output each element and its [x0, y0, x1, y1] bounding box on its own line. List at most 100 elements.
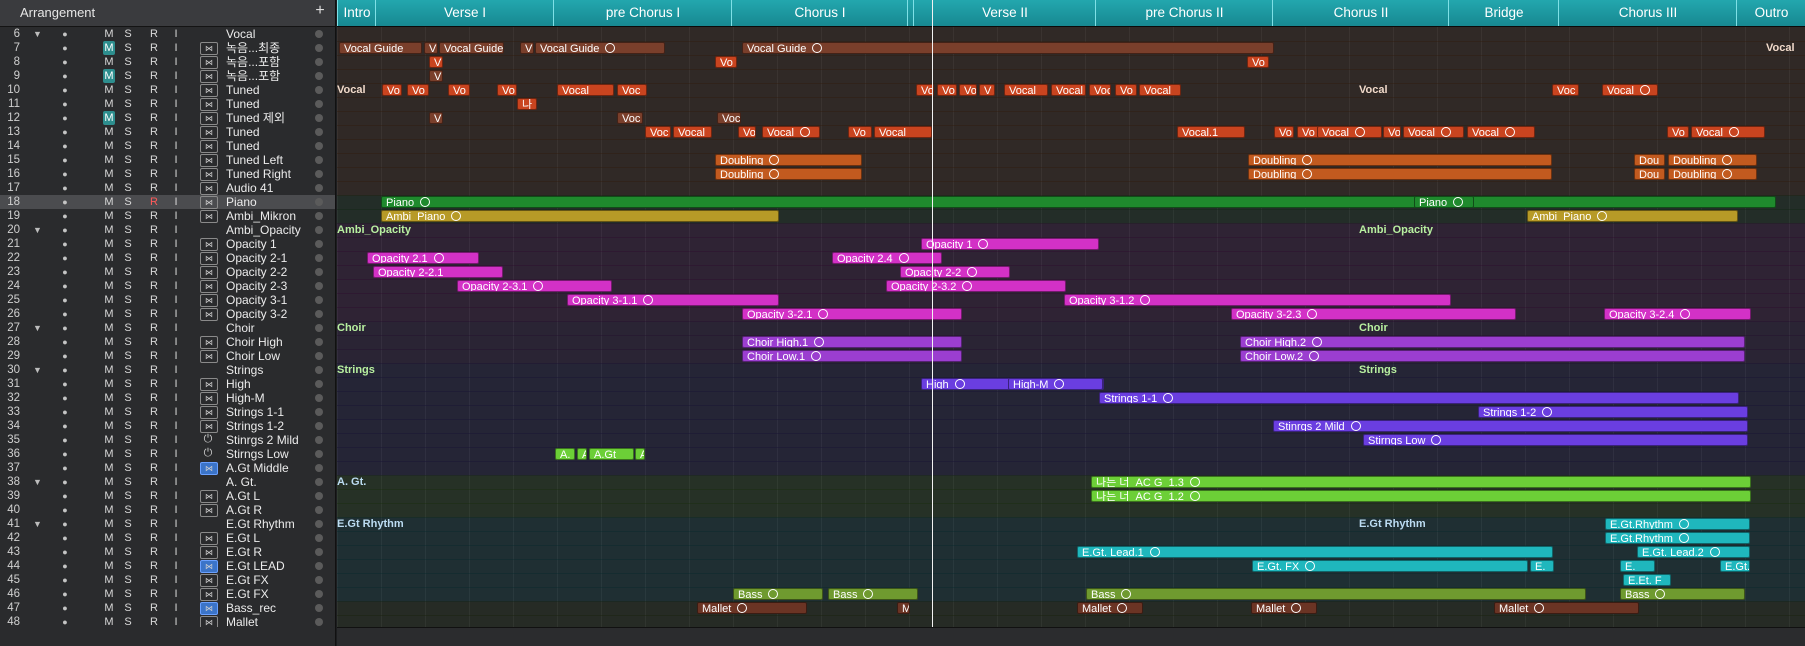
region[interactable]: Vocal.1 [1177, 126, 1245, 138]
region[interactable]: Opacity 3-2.4 [1604, 308, 1751, 320]
region[interactable]: Vocal [762, 126, 820, 138]
solo-button[interactable]: S [122, 489, 134, 503]
track-lane[interactable] [337, 573, 1805, 588]
record-enable-button[interactable]: R [148, 601, 160, 615]
solo-button[interactable]: S [122, 139, 134, 153]
flex-mode-icon[interactable]: ⋈ [200, 126, 218, 139]
mute-button[interactable]: M [103, 419, 115, 433]
region[interactable]: Choir Low.2 [1240, 350, 1745, 362]
input-monitor-button[interactable]: I [170, 125, 182, 139]
solo-button[interactable]: S [122, 503, 134, 517]
mute-button[interactable]: M [103, 111, 115, 125]
disclosure-triangle-icon[interactable]: ▼ [33, 321, 42, 335]
region[interactable]: Mallet [697, 602, 807, 614]
record-enable-button[interactable]: R [148, 349, 160, 363]
region[interactable]: Opacity 3-1.2 [1064, 294, 1451, 306]
flex-mode-icon[interactable]: ⋈ [200, 280, 218, 293]
mute-button[interactable]: M [103, 125, 115, 139]
track-name[interactable]: 녹음...포함 [226, 55, 314, 69]
input-monitor-button[interactable]: I [170, 349, 182, 363]
region[interactable]: Vo [407, 84, 429, 96]
input-monitor-button[interactable]: I [170, 265, 182, 279]
mute-button[interactable]: M [103, 405, 115, 419]
track-row[interactable]: 48 ● M S R I ⋈ Mallet [0, 615, 335, 627]
track-name[interactable]: Stinrgs 2 Mild [226, 433, 314, 447]
record-enable-button[interactable]: R [148, 279, 160, 293]
region[interactable]: E. [1620, 560, 1655, 572]
region[interactable]: Opacity 2.4 [832, 252, 942, 264]
region[interactable]: E.Gt. FX [1252, 560, 1528, 572]
solo-button[interactable]: S [122, 27, 134, 41]
track-name[interactable]: Choir Low [226, 349, 314, 363]
region[interactable]: Mallet [1251, 602, 1317, 614]
mute-button[interactable]: M [103, 27, 115, 41]
mute-button[interactable]: M [103, 55, 115, 69]
region[interactable]: E.Gt. Lead.2 [1637, 546, 1750, 558]
solo-button[interactable]: S [122, 293, 134, 307]
solo-button[interactable]: S [122, 125, 134, 139]
track-row[interactable]: 16 ● M S R I ⋈ Tuned Right [0, 167, 335, 181]
region[interactable]: Voc [1552, 84, 1579, 96]
solo-button[interactable]: S [122, 405, 134, 419]
track-row[interactable]: 39 ● M S R I ⋈ A.Gt L [0, 489, 335, 503]
track-lane[interactable] [337, 559, 1805, 574]
region[interactable]: Strings 1-1 [1099, 392, 1739, 404]
region[interactable]: Bass [733, 588, 823, 600]
solo-button[interactable]: S [122, 601, 134, 615]
mute-button[interactable]: M [103, 83, 115, 97]
record-enable-button[interactable]: R [148, 461, 160, 475]
flex-mode-icon[interactable]: ⋈ [200, 462, 218, 475]
mute-button[interactable]: M [103, 335, 115, 349]
solo-button[interactable]: S [122, 419, 134, 433]
region[interactable]: E. [1530, 560, 1554, 572]
flex-mode-icon[interactable]: ⋈ [200, 574, 218, 587]
track-row[interactable]: 37 ● M S R I ⋈ A.Gt Middle [0, 461, 335, 475]
mute-button[interactable]: M [103, 363, 115, 377]
track-lane[interactable] [337, 153, 1805, 168]
track-row[interactable]: 28 ● M S R I ⋈ Choir High [0, 335, 335, 349]
record-enable-button[interactable]: R [148, 447, 160, 461]
track-row[interactable]: 40 ● M S R I ⋈ A.Gt R [0, 503, 335, 517]
input-monitor-button[interactable]: I [170, 321, 182, 335]
input-monitor-button[interactable]: I [170, 335, 182, 349]
mute-button[interactable]: M [103, 181, 115, 195]
track-row[interactable]: 31 ● M S R I ⋈ High [0, 377, 335, 391]
track-row[interactable]: 15 ● M S R I ⋈ Tuned Left [0, 153, 335, 167]
track-row[interactable]: 29 ● M S R I ⋈ Choir Low [0, 349, 335, 363]
mute-button[interactable]: M [103, 321, 115, 335]
solo-button[interactable]: S [122, 153, 134, 167]
mute-button[interactable]: M [103, 279, 115, 293]
region[interactable]: E.Gt.Rhythm [1605, 518, 1750, 530]
input-monitor-button[interactable]: I [170, 139, 182, 153]
region[interactable]: Voc [617, 112, 643, 124]
power-icon[interactable]: ⏻ [200, 448, 216, 459]
input-monitor-button[interactable]: I [170, 545, 182, 559]
flex-mode-icon[interactable]: ⋈ [200, 420, 218, 433]
region[interactable]: Doubling [1668, 168, 1757, 180]
region[interactable]: V [429, 112, 443, 124]
mute-button[interactable]: M [103, 139, 115, 153]
region[interactable]: E.Et. F [1623, 574, 1671, 586]
track-name[interactable]: A. Gt. [226, 475, 314, 489]
track-row[interactable]: 12 ● M S R I ⋈ Tuned 제외 [0, 111, 335, 125]
flex-mode-icon[interactable]: ⋈ [200, 56, 218, 69]
track-name[interactable]: Bass_rec [226, 601, 314, 615]
solo-button[interactable]: S [122, 251, 134, 265]
mute-button[interactable]: M [103, 531, 115, 545]
input-monitor-button[interactable]: I [170, 307, 182, 321]
solo-button[interactable]: S [122, 195, 134, 209]
region[interactable]: Choir High.1 [742, 336, 962, 348]
track-row[interactable]: 21 ● M S R I ⋈ Opacity 1 [0, 237, 335, 251]
flex-mode-icon[interactable]: ⋈ [200, 294, 218, 307]
flex-mode-icon[interactable]: ⋈ [200, 182, 218, 195]
mute-button[interactable]: M [103, 349, 115, 363]
track-name[interactable]: A.Gt Middle [226, 461, 314, 475]
mute-button[interactable]: M [103, 489, 115, 503]
input-monitor-button[interactable]: I [170, 531, 182, 545]
region[interactable]: Opacity 2.1 [367, 252, 479, 264]
record-enable-button[interactable]: R [148, 251, 160, 265]
region[interactable]: Mallet [1494, 602, 1639, 614]
track-row[interactable]: 11 ● M S R I ⋈ Tuned [0, 97, 335, 111]
region[interactable]: Vocal [1691, 126, 1765, 138]
marker-chorus-2[interactable]: Chorus II [1272, 0, 1449, 26]
